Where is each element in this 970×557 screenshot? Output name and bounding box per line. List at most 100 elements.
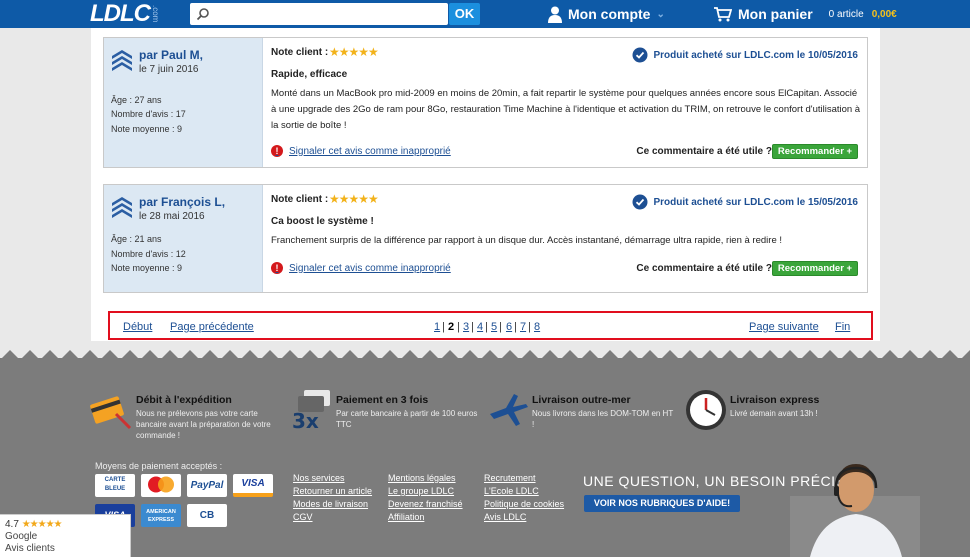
cart-count: 0 article [828, 8, 864, 20]
review-card: par Paul M, le 7 juin 2016 Âge : 27 ans … [103, 37, 868, 168]
verified-purchase: Produit acheté sur LDLC.com le 10/05/201… [632, 47, 858, 63]
feature-desc-line: TTC [336, 420, 352, 429]
footer-link[interactable]: Nos services [293, 472, 372, 485]
feature-desc-line: Livré demain avant 13h ! [730, 409, 818, 418]
cart-menu[interactable]: Mon panier 0 article 0,00€ [714, 4, 897, 24]
rating-stars: ★★★★★ [329, 45, 379, 59]
feature-desc-line: Nous ne prélevons pas votre carte [136, 409, 258, 418]
footer-link[interactable]: Le groupe LDLC [388, 485, 463, 498]
footer-link[interactable]: Recrutement [484, 472, 564, 485]
page-link-8[interactable]: 8 [534, 321, 540, 333]
ldlc-logo[interactable]: LDLC .com [90, 0, 160, 27]
account-menu[interactable]: Mon compte ⌄ [548, 4, 665, 24]
page-separator: | [457, 321, 460, 333]
amex-logo: AMERICAN EXPRESS [141, 504, 181, 527]
help-topics-button[interactable]: VOIR NOS RUBRIQUES D'AIDE! [584, 495, 740, 512]
first-page-link[interactable]: Début [123, 321, 152, 333]
page-separator: | [471, 321, 474, 333]
page-link-6[interactable]: 6 [506, 321, 512, 333]
footer-link[interactable]: Politique de cookies [484, 498, 564, 511]
logo-suffix: .com [150, 5, 160, 23]
footer-link[interactable]: Modes de livraison [293, 498, 372, 511]
report-link[interactable]: ! Signaler cet avis comme inapproprié [271, 145, 451, 157]
airplane-icon [490, 394, 528, 426]
feature-desc-line: Nous livrons dans les DOM-TOM en HT [532, 409, 674, 418]
warning-icon: ! [271, 262, 283, 274]
clock-icon [686, 390, 726, 430]
reviewer-name: par Paul M, [139, 48, 204, 62]
reviewer-name: par François L, [139, 195, 226, 209]
feature-debit: Débit à l'expédition Nous ne prélevons p… [90, 388, 290, 440]
account-label: Mon compte [568, 6, 651, 22]
recommend-button[interactable]: Recommander + [772, 261, 858, 276]
previous-page-link[interactable]: Page précédente [170, 321, 254, 333]
footer-link[interactable]: L'Ecole LDLC [484, 485, 564, 498]
page-separator: | [528, 321, 531, 333]
page-separator: | [485, 321, 488, 333]
last-page-link[interactable]: Fin [835, 321, 850, 333]
feature-express: Livraison express Livré demain avant 13h… [684, 388, 884, 434]
google-rating-stars: ★★★★★ [21, 519, 63, 530]
feature-title: Livraison outre-mer [532, 394, 631, 406]
reviewer-review-count: Nombre d'avis : 17 [111, 109, 186, 119]
feature-description: Par carte bancaire à partir de 100 euros… [336, 408, 477, 430]
footer-links-col-2: Mentions légales Le groupe LDLC Devenez … [388, 472, 463, 524]
pagination: Début Page précédente 1 | 2 | 3 | 4 | 5 … [108, 311, 873, 340]
feature-desc-line: Par carte bancaire à partir de 100 euros [336, 409, 478, 418]
credit-card-icon [90, 396, 132, 430]
footer-link[interactable]: Retourner un article [293, 485, 372, 498]
google-reviews-badge[interactable]: 4.7 ★★★★★ Google Avis clients [0, 514, 131, 557]
carte-bleue-logo: CARTE BLEUE [95, 474, 135, 497]
report-link[interactable]: ! Signaler cet avis comme inapproprié [271, 262, 451, 274]
footer-link[interactable]: Mentions légales [388, 472, 463, 485]
feature-description: Nous ne prélevons pas votre carte bancai… [136, 408, 271, 441]
feature-desc-line: commande ! [136, 431, 181, 440]
chevron-down-icon: ⌄ [656, 8, 665, 20]
reviewer-review-count: Nombre d'avis : 12 [111, 249, 186, 259]
reviewer-average: Note moyenne : 9 [111, 263, 183, 273]
footer-link[interactable]: Affiliation [388, 511, 463, 524]
paypal-logo: PayPal [187, 474, 227, 497]
review-date: le 28 mai 2016 [139, 211, 205, 222]
feature-overseas: Livraison outre-mer Nous livrons dans le… [486, 388, 686, 434]
footer-link[interactable]: Avis LDLC [484, 511, 564, 524]
page-link-4[interactable]: 4 [477, 321, 483, 333]
feature-3x: 3x Paiement en 3 fois Par carte bancaire… [290, 388, 490, 434]
page-link-3[interactable]: 3 [463, 321, 469, 333]
verified-text: Produit acheté sur LDLC.com le 10/05/201… [653, 49, 858, 61]
google-rating: 4.7 ★★★★★ [5, 519, 63, 530]
review-card: par François L, le 28 mai 2016 Âge : 21 … [103, 184, 868, 293]
recommend-button[interactable]: Recommander + [772, 144, 858, 159]
feature-description: Livré demain avant 13h ! [730, 408, 818, 419]
feature-title: Livraison express [730, 394, 820, 406]
cart-icon [714, 6, 732, 21]
useful-question: Ce commentaire a été utile ? [636, 263, 772, 274]
page-link-1[interactable]: 1 [434, 321, 440, 333]
footer-links-col-1: Nos services Retourner un article Modes … [293, 472, 372, 524]
page-link-5[interactable]: 5 [491, 321, 497, 333]
search-input[interactable] [190, 3, 448, 25]
footer-link[interactable]: CGV [293, 511, 372, 524]
search-submit-button[interactable]: OK [449, 3, 480, 25]
review-text: Franchement surpris de la différence par… [271, 235, 783, 246]
three-times-icon: 3x [292, 390, 330, 432]
top-bar: LDLC .com OK Mon compte ⌄ Mon panier 0 a… [0, 0, 970, 28]
page-link-7[interactable]: 7 [520, 321, 526, 333]
feature-title: Débit à l'expédition [136, 394, 232, 406]
cart-total: 0,00€ [871, 8, 897, 20]
review-title: Rapide, efficace [271, 69, 348, 80]
review-title: Ca boost le système ! [271, 216, 374, 227]
verified-text: Produit acheté sur LDLC.com le 15/05/201… [653, 196, 858, 208]
google-label: Avis clients [5, 543, 55, 554]
review-date: le 7 juin 2016 [139, 64, 199, 75]
footer-links-col-3: Recrutement L'Ecole LDLC Politique de co… [484, 472, 564, 524]
rating-stars: ★★★★★ [329, 192, 379, 206]
useful-question: Ce commentaire a été utile ? [636, 146, 772, 157]
report-label: Signaler cet avis comme inapproprié [289, 145, 451, 157]
next-page-link[interactable]: Page suivante [749, 321, 819, 333]
reviews-panel: par Paul M, le 7 juin 2016 Âge : 27 ans … [91, 28, 880, 341]
page-separator: | [499, 321, 502, 333]
logo-text: LDLC [90, 0, 151, 27]
google-name: Google [5, 531, 38, 542]
footer-link[interactable]: Devenez franchisé [388, 498, 463, 511]
